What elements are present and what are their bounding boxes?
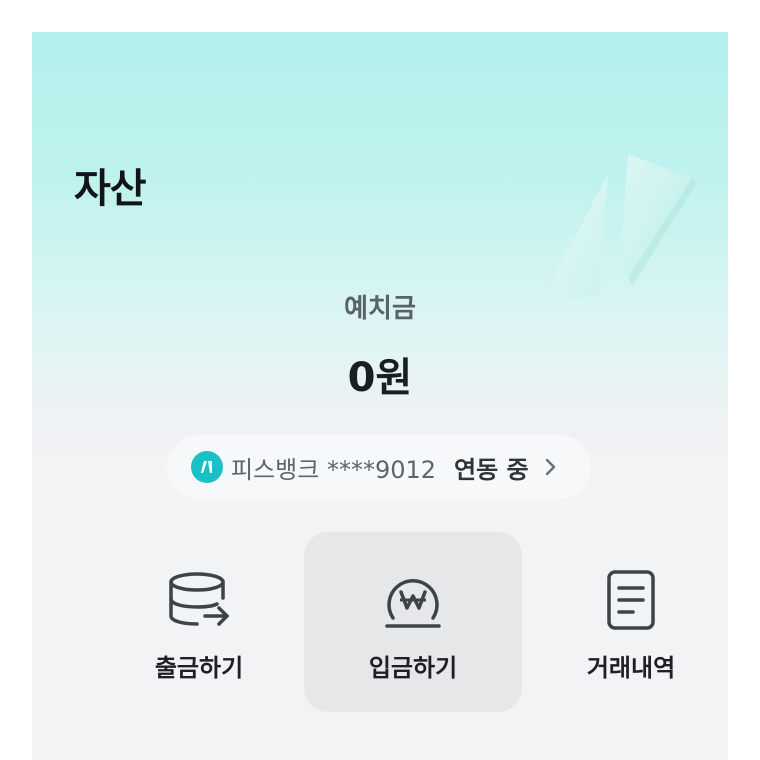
linked-account-pill[interactable]: 피스뱅크 ****9012 연동 중 [167, 435, 591, 499]
chevron-right-icon [543, 457, 557, 477]
withdraw-icon [167, 568, 231, 632]
document-icon [599, 568, 663, 632]
withdraw-button[interactable]: 출금하기 [90, 532, 308, 712]
bank-account-text: 피스뱅크 ****9012 [231, 455, 437, 484]
page-title: 자산 [74, 166, 147, 212]
balance-amount: 0원 [347, 355, 413, 401]
asset-panel: 자산 예치금 0원 피스뱅크 ****9012 연동 중 출금하기 입금하기 거… [32, 32, 728, 760]
transaction-history-label: 거래내역 [586, 654, 676, 682]
balance-label: 예치금 [344, 294, 416, 324]
transaction-history-button[interactable]: 거래내역 [522, 532, 728, 712]
deposit-won-icon [381, 568, 445, 632]
deposit-button[interactable]: 입금하기 [304, 532, 522, 712]
link-status-text: 연동 중 [454, 455, 529, 484]
action-row: 출금하기 입금하기 거래내역 [90, 532, 675, 712]
withdraw-label: 출금하기 [154, 654, 244, 682]
deposit-label: 입금하기 [368, 654, 458, 682]
bank-logo-icon [191, 451, 223, 483]
